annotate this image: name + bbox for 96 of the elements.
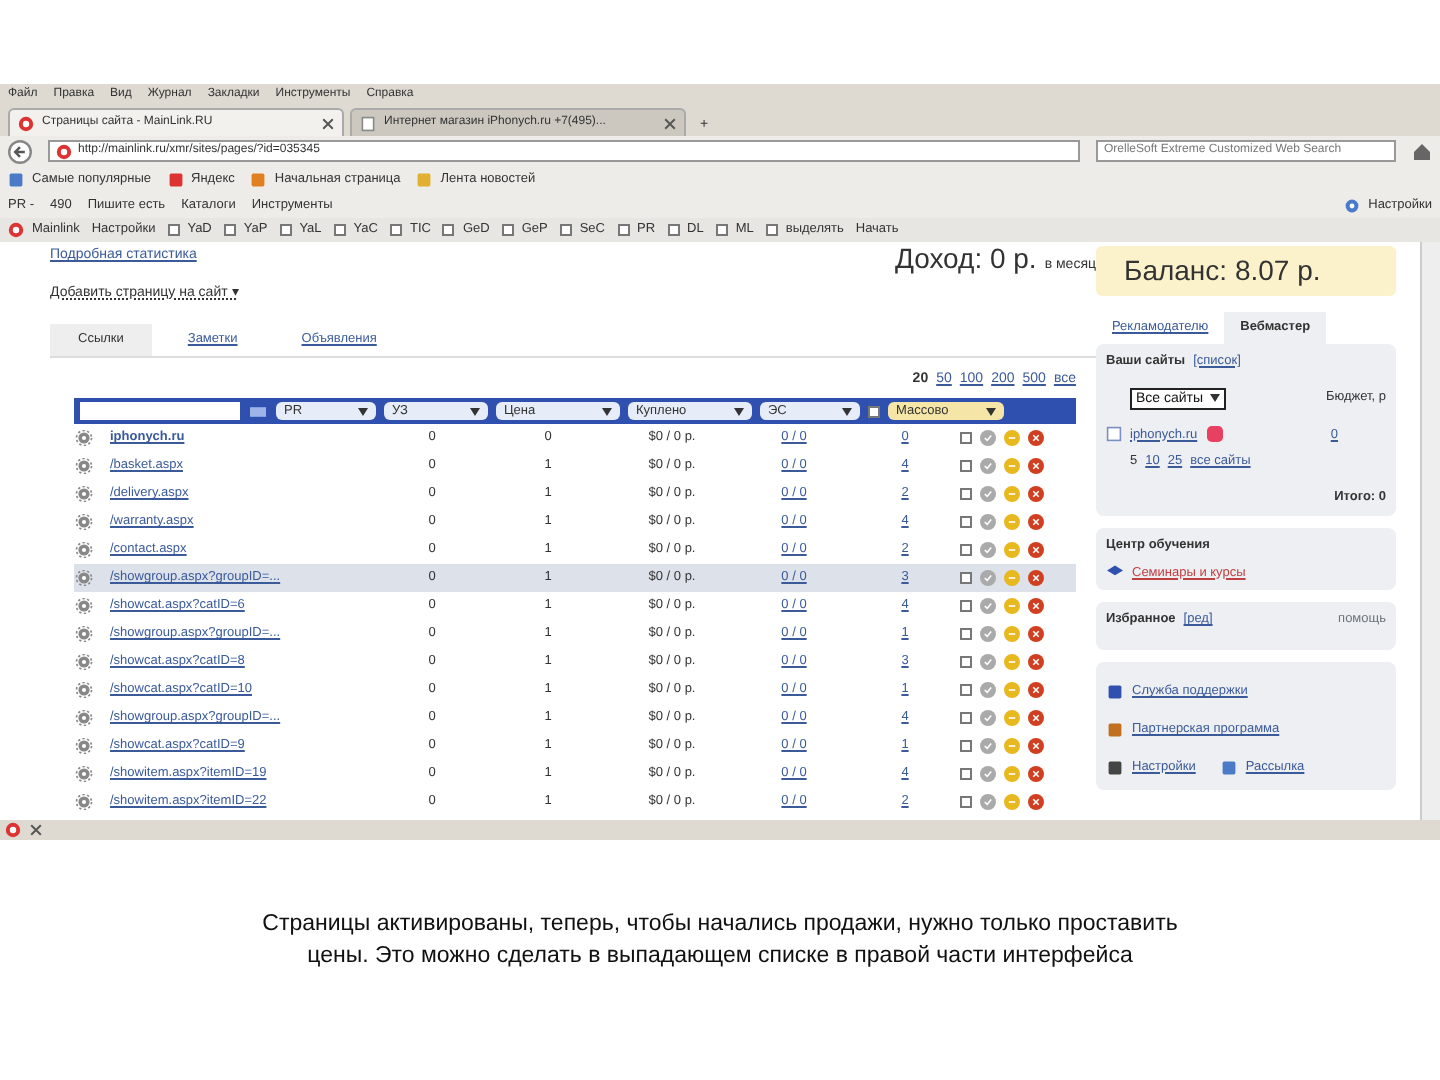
checkbox[interactable]: [617, 224, 629, 236]
close-icon[interactable]: [1028, 626, 1044, 643]
checkbox[interactable]: [960, 544, 972, 557]
close-icon[interactable]: [1028, 458, 1044, 475]
close-icon[interactable]: [1028, 654, 1044, 671]
slide-caption: Страницы активированы, теперь, чтобы начались продажи, нужно только проставить цены. Это можно сделать в выпадающем списке в правой части интерфейса: [260, 910, 1180, 973]
close-icon[interactable]: [1028, 542, 1044, 559]
check-icon[interactable]: [980, 514, 996, 531]
bookmark-icon: [416, 171, 433, 187]
checkbox[interactable]: [765, 224, 778, 236]
page-icon: [1106, 426, 1122, 443]
gear-icon[interactable]: [74, 682, 94, 699]
check-icon[interactable]: [980, 598, 996, 615]
checkbox[interactable]: [501, 224, 514, 236]
gear-icon[interactable]: [74, 514, 94, 531]
close-icon[interactable]: [30, 824, 42, 836]
gear-icon[interactable]: [74, 766, 94, 783]
balance-panel: Баланс: 8.07 р.: [1096, 246, 1396, 296]
gear-icon[interactable]: [74, 626, 94, 643]
logo-icon: [8, 222, 24, 238]
checkbox[interactable]: [960, 768, 972, 781]
caret-icon: [734, 407, 744, 416]
caret-icon: [842, 407, 852, 416]
close-icon[interactable]: [1028, 766, 1044, 783]
checkbox[interactable]: [960, 488, 972, 501]
gear-icon[interactable]: [74, 710, 94, 727]
site-icon: [18, 115, 34, 131]
checkbox[interactable]: [960, 684, 972, 697]
caret-icon: [602, 407, 612, 416]
checkbox[interactable]: [960, 796, 972, 809]
gear-icon[interactable]: [74, 458, 94, 475]
page-icon: [360, 115, 376, 131]
caret-icon: [986, 407, 996, 416]
select-all-checkbox[interactable]: [868, 405, 880, 418]
scrollbar[interactable]: [1420, 242, 1440, 820]
check-icon[interactable]: [980, 794, 996, 811]
checkbox[interactable]: [960, 460, 972, 473]
gear-icon[interactable]: [74, 542, 94, 559]
gear-icon[interactable]: [74, 738, 94, 755]
gear-icon[interactable]: [74, 654, 94, 671]
close-icon[interactable]: [1028, 514, 1044, 531]
checkbox[interactable]: [960, 516, 972, 529]
back-icon[interactable]: [8, 139, 32, 163]
site-icon: [56, 143, 72, 159]
gear-icon: [1344, 197, 1361, 213]
checkbox[interactable]: [223, 224, 236, 236]
gear-icon[interactable]: [74, 570, 94, 587]
check-icon[interactable]: [980, 654, 996, 671]
close-icon[interactable]: [1028, 710, 1044, 727]
check-icon[interactable]: [980, 766, 996, 783]
checkbox[interactable]: [960, 432, 972, 445]
close-icon[interactable]: [322, 117, 334, 129]
checkbox[interactable]: [559, 224, 572, 236]
bookmark-icon: [167, 171, 184, 187]
checkbox[interactable]: [960, 572, 972, 585]
checkbox[interactable]: [960, 740, 972, 753]
check-icon[interactable]: [980, 738, 996, 755]
check-icon[interactable]: [980, 542, 996, 559]
check-icon[interactable]: [980, 458, 996, 475]
gear-icon[interactable]: [74, 598, 94, 615]
checkbox[interactable]: [960, 656, 972, 669]
checkbox[interactable]: [715, 224, 728, 236]
caret-icon: [470, 407, 480, 416]
bookmark-icon: [8, 171, 24, 187]
checkbox[interactable]: [960, 628, 972, 641]
checkbox[interactable]: [167, 224, 180, 236]
checkbox[interactable]: [442, 224, 455, 236]
close-icon[interactable]: [1028, 682, 1044, 699]
home-icon[interactable]: [1412, 141, 1432, 161]
filter-field[interactable]: [80, 402, 240, 421]
close-icon[interactable]: [1028, 430, 1044, 447]
close-icon[interactable]: [1028, 794, 1044, 811]
gear-icon[interactable]: [74, 794, 94, 811]
income-text: Доход: 0 р.: [894, 242, 1037, 278]
close-icon[interactable]: [1028, 570, 1044, 587]
close-icon[interactable]: [1028, 486, 1044, 503]
close-icon[interactable]: [1028, 598, 1044, 615]
checkbox[interactable]: [333, 224, 346, 236]
gear-icon[interactable]: [74, 430, 94, 447]
checkbox[interactable]: [960, 712, 972, 725]
check-icon[interactable]: [980, 682, 996, 699]
checkbox[interactable]: [279, 224, 292, 236]
close-icon[interactable]: [1028, 738, 1044, 755]
checkbox[interactable]: [667, 224, 680, 236]
check-icon[interactable]: [980, 486, 996, 503]
check-icon[interactable]: [980, 626, 996, 643]
caret-icon: [358, 407, 368, 416]
checkbox[interactable]: [389, 224, 402, 236]
checkbox[interactable]: [960, 600, 972, 613]
check-icon[interactable]: [980, 430, 996, 447]
bookmark-icon: [250, 171, 267, 187]
check-icon[interactable]: [980, 570, 996, 587]
check-icon[interactable]: [980, 710, 996, 727]
close-icon[interactable]: [664, 117, 676, 129]
caret-icon: [1209, 394, 1220, 402]
gear-icon[interactable]: [74, 486, 94, 503]
